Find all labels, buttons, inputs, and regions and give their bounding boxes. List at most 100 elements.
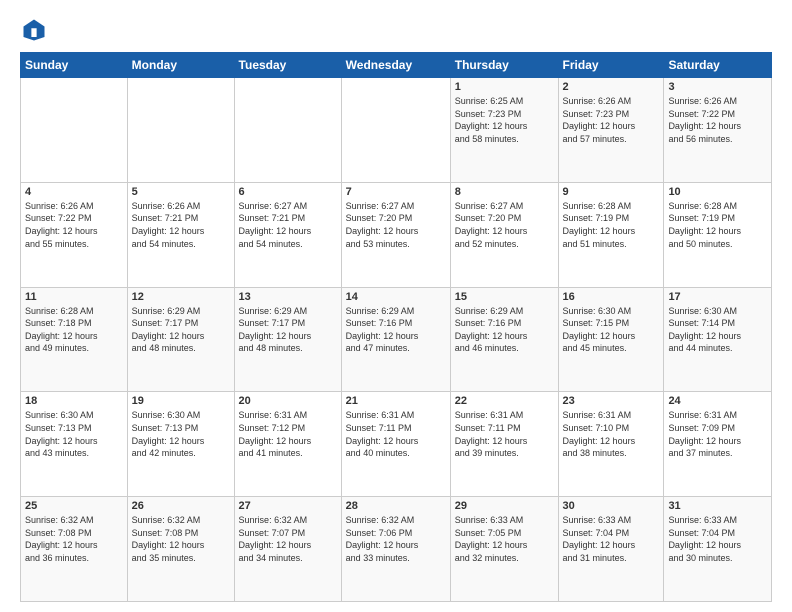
day-info: Sunrise: 6:27 AM Sunset: 7:20 PM Dayligh…: [455, 200, 554, 250]
calendar: SundayMondayTuesdayWednesdayThursdayFrid…: [20, 52, 772, 602]
page: SundayMondayTuesdayWednesdayThursdayFrid…: [0, 0, 792, 612]
day-header-monday: Monday: [127, 53, 234, 78]
day-info: Sunrise: 6:32 AM Sunset: 7:08 PM Dayligh…: [25, 514, 123, 564]
day-number: 7: [346, 186, 446, 198]
day-number: 23: [563, 395, 660, 407]
calendar-cell: 23 Sunrise: 6:31 AM Sunset: 7:10 PM Dayli…: [558, 392, 664, 497]
day-header-saturday: Saturday: [664, 53, 772, 78]
calendar-cell: 3 Sunrise: 6:26 AM Sunset: 7:22 PM Daylig…: [664, 78, 772, 183]
calendar-cell: 19Sunrise: 6:30 AM Sunset: 7:13 PM Dayli…: [127, 392, 234, 497]
day-info: Sunrise: 6:28 AM Sunset: 7:19 PM Dayligh…: [668, 200, 767, 250]
day-info: Sunrise: 6:25 AM Sunset: 7:23 PM Dayligh…: [455, 95, 554, 145]
calendar-cell: 16 Sunrise: 6:30 AM Sunset: 7:15 PM Dayli…: [558, 287, 664, 392]
calendar-cell: 11 Sunrise: 6:28 AM Sunset: 7:18 PM Dayli…: [21, 287, 128, 392]
day-info: Sunrise: 6:27 AM Sunset: 7:21 PM Dayligh…: [239, 200, 337, 250]
calendar-cell: 12 Sunrise: 6:29 AM Sunset: 7:17 PM Dayli…: [127, 287, 234, 392]
calendar-week-4: 18Sunrise: 6:30 AM Sunset: 7:13 PM Dayli…: [21, 392, 772, 497]
calendar-cell: 9 Sunrise: 6:28 AM Sunset: 7:19 PM Daylig…: [558, 182, 664, 287]
day-number: 24: [668, 395, 767, 407]
day-number: 19: [132, 395, 230, 407]
day-info: Sunrise: 6:26 AM Sunset: 7:22 PM Dayligh…: [25, 200, 123, 250]
calendar-cell: 25 Sunrise: 6:32 AM Sunset: 7:08 PM Dayli…: [21, 497, 128, 602]
day-number: 21: [346, 395, 446, 407]
calendar-cell: 1 Sunrise: 6:25 AM Sunset: 7:23 PM Daylig…: [450, 78, 558, 183]
day-number: 14: [346, 291, 446, 303]
day-info: Sunrise: 6:29 AM Sunset: 7:16 PM Dayligh…: [455, 305, 554, 355]
day-info: Sunrise: 6:28 AM Sunset: 7:19 PM Dayligh…: [563, 200, 660, 250]
calendar-cell: 31 Sunrise: 6:33 AM Sunset: 7:04 PM Dayli…: [664, 497, 772, 602]
calendar-cell: 5 Sunrise: 6:26 AM Sunset: 7:21 PM Daylig…: [127, 182, 234, 287]
day-header-thursday: Thursday: [450, 53, 558, 78]
calendar-week-2: 4 Sunrise: 6:26 AM Sunset: 7:22 PM Daylig…: [21, 182, 772, 287]
day-number: 11: [25, 291, 123, 303]
day-info: Sunrise: 6:33 AM Sunset: 7:05 PM Dayligh…: [455, 514, 554, 564]
day-number: 10: [668, 186, 767, 198]
calendar-cell: 7 Sunrise: 6:27 AM Sunset: 7:20 PM Daylig…: [341, 182, 450, 287]
calendar-cell: 18Sunrise: 6:30 AM Sunset: 7:13 PM Dayli…: [21, 392, 128, 497]
day-number: 1: [455, 81, 554, 93]
day-info: Sunrise: 6:28 AM Sunset: 7:18 PM Dayligh…: [25, 305, 123, 355]
day-number: 6: [239, 186, 337, 198]
day-info: Sunrise: 6:26 AM Sunset: 7:21 PM Dayligh…: [132, 200, 230, 250]
calendar-cell: 28Sunrise: 6:32 AM Sunset: 7:06 PM Dayli…: [341, 497, 450, 602]
calendar-cell: 20Sunrise: 6:31 AM Sunset: 7:12 PM Dayli…: [234, 392, 341, 497]
calendar-cell: 4 Sunrise: 6:26 AM Sunset: 7:22 PM Daylig…: [21, 182, 128, 287]
day-number: 30: [563, 500, 660, 512]
day-header-sunday: Sunday: [21, 53, 128, 78]
day-info: Sunrise: 6:29 AM Sunset: 7:17 PM Dayligh…: [239, 305, 337, 355]
day-info: Sunrise: 6:30 AM Sunset: 7:13 PM Dayligh…: [25, 409, 123, 459]
day-number: 3: [668, 81, 767, 93]
day-info: Sunrise: 6:31 AM Sunset: 7:09 PM Dayligh…: [668, 409, 767, 459]
day-number: 9: [563, 186, 660, 198]
day-info: Sunrise: 6:29 AM Sunset: 7:17 PM Dayligh…: [132, 305, 230, 355]
day-info: Sunrise: 6:29 AM Sunset: 7:16 PM Dayligh…: [346, 305, 446, 355]
calendar-cell: [21, 78, 128, 183]
day-number: 22: [455, 395, 554, 407]
calendar-week-3: 11 Sunrise: 6:28 AM Sunset: 7:18 PM Dayli…: [21, 287, 772, 392]
calendar-cell: 27 Sunrise: 6:32 AM Sunset: 7:07 PM Dayli…: [234, 497, 341, 602]
day-number: 25: [25, 500, 123, 512]
day-info: Sunrise: 6:26 AM Sunset: 7:23 PM Dayligh…: [563, 95, 660, 145]
day-info: Sunrise: 6:31 AM Sunset: 7:11 PM Dayligh…: [346, 409, 446, 459]
day-number: 26: [132, 500, 230, 512]
calendar-cell: 15Sunrise: 6:29 AM Sunset: 7:16 PM Dayli…: [450, 287, 558, 392]
day-info: Sunrise: 6:31 AM Sunset: 7:12 PM Dayligh…: [239, 409, 337, 459]
day-info: Sunrise: 6:32 AM Sunset: 7:07 PM Dayligh…: [239, 514, 337, 564]
calendar-cell: 8 Sunrise: 6:27 AM Sunset: 7:20 PM Daylig…: [450, 182, 558, 287]
day-info: Sunrise: 6:31 AM Sunset: 7:11 PM Dayligh…: [455, 409, 554, 459]
days-header-row: SundayMondayTuesdayWednesdayThursdayFrid…: [21, 53, 772, 78]
calendar-cell: [234, 78, 341, 183]
logo-icon: [20, 16, 48, 44]
day-info: Sunrise: 6:30 AM Sunset: 7:14 PM Dayligh…: [668, 305, 767, 355]
logo: [20, 16, 52, 44]
day-number: 4: [25, 186, 123, 198]
day-header-wednesday: Wednesday: [341, 53, 450, 78]
calendar-cell: 24 Sunrise: 6:31 AM Sunset: 7:09 PM Dayli…: [664, 392, 772, 497]
calendar-cell: 30Sunrise: 6:33 AM Sunset: 7:04 PM Dayli…: [558, 497, 664, 602]
calendar-cell: 17 Sunrise: 6:30 AM Sunset: 7:14 PM Dayli…: [664, 287, 772, 392]
day-number: 31: [668, 500, 767, 512]
calendar-week-1: 1 Sunrise: 6:25 AM Sunset: 7:23 PM Daylig…: [21, 78, 772, 183]
day-number: 28: [346, 500, 446, 512]
day-header-friday: Friday: [558, 53, 664, 78]
day-number: 8: [455, 186, 554, 198]
day-number: 16: [563, 291, 660, 303]
day-info: Sunrise: 6:30 AM Sunset: 7:15 PM Dayligh…: [563, 305, 660, 355]
calendar-cell: 13Sunrise: 6:29 AM Sunset: 7:17 PM Dayli…: [234, 287, 341, 392]
calendar-cell: 10 Sunrise: 6:28 AM Sunset: 7:19 PM Dayli…: [664, 182, 772, 287]
calendar-cell: 26Sunrise: 6:32 AM Sunset: 7:08 PM Dayli…: [127, 497, 234, 602]
day-number: 27: [239, 500, 337, 512]
day-number: 5: [132, 186, 230, 198]
day-info: Sunrise: 6:27 AM Sunset: 7:20 PM Dayligh…: [346, 200, 446, 250]
day-number: 12: [132, 291, 230, 303]
day-number: 17: [668, 291, 767, 303]
day-info: Sunrise: 6:26 AM Sunset: 7:22 PM Dayligh…: [668, 95, 767, 145]
day-number: 29: [455, 500, 554, 512]
day-info: Sunrise: 6:33 AM Sunset: 7:04 PM Dayligh…: [668, 514, 767, 564]
calendar-cell: 22 Sunrise: 6:31 AM Sunset: 7:11 PM Dayli…: [450, 392, 558, 497]
calendar-cell: 29 Sunrise: 6:33 AM Sunset: 7:05 PM Dayli…: [450, 497, 558, 602]
day-info: Sunrise: 6:31 AM Sunset: 7:10 PM Dayligh…: [563, 409, 660, 459]
calendar-cell: 6 Sunrise: 6:27 AM Sunset: 7:21 PM Daylig…: [234, 182, 341, 287]
calendar-cell: [127, 78, 234, 183]
day-header-tuesday: Tuesday: [234, 53, 341, 78]
